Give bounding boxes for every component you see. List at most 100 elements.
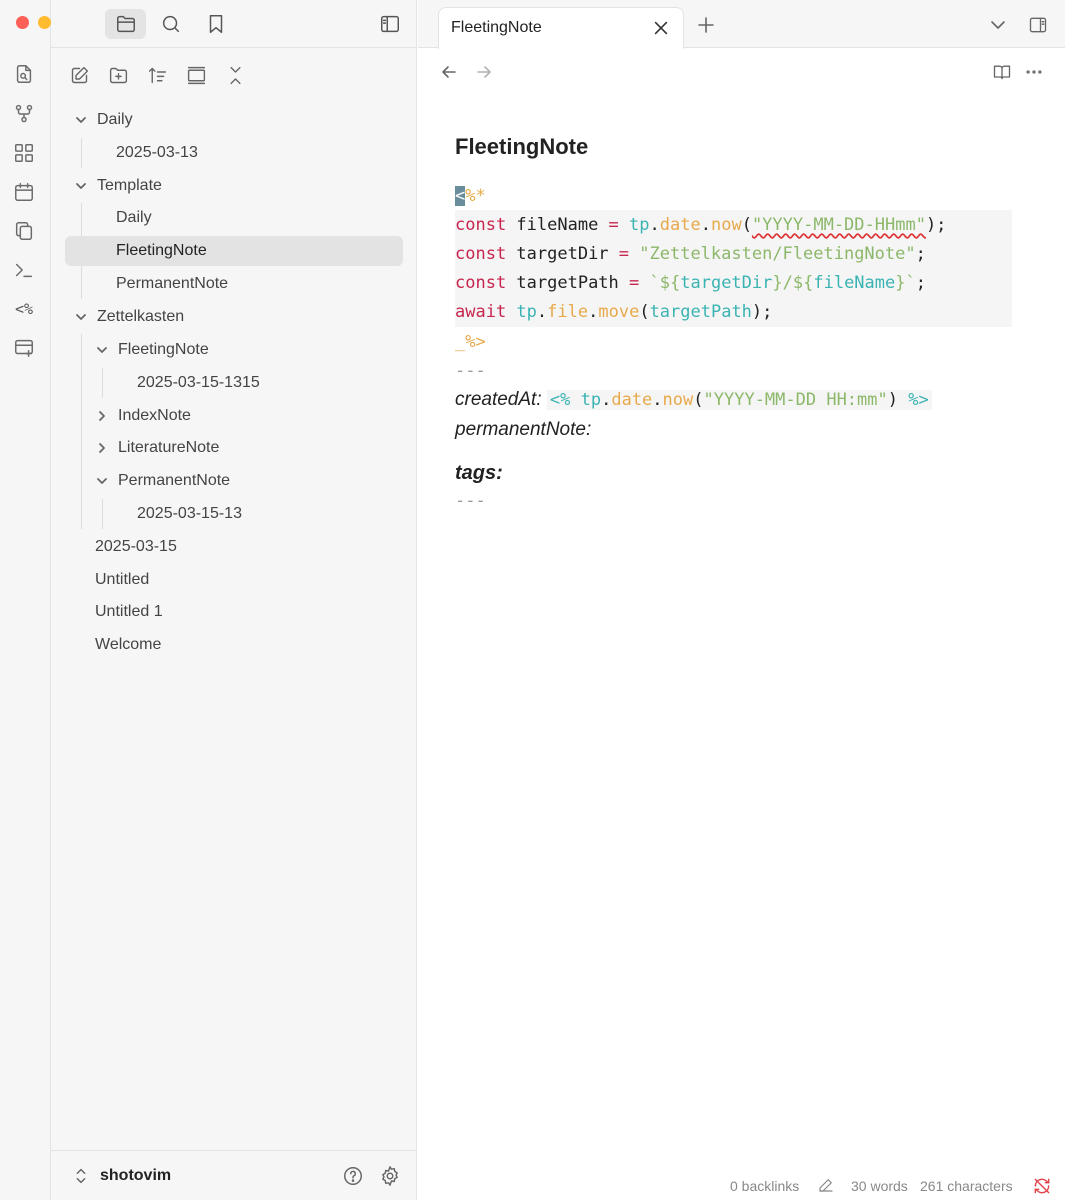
templates-icon[interactable] [12, 219, 36, 243]
sort-button[interactable] [142, 60, 172, 90]
help-button[interactable] [341, 1164, 365, 1188]
tree-label: Zettelkasten [97, 308, 185, 325]
graph-view-icon[interactable] [12, 102, 36, 126]
close-icon [654, 21, 668, 35]
chevron-right-icon [99, 443, 105, 453]
canvas-icon[interactable] [12, 141, 36, 165]
chevron-down-icon [991, 21, 1005, 29]
property-permanentnote: permanentNote: [455, 419, 592, 440]
left-ribbon: <% [0, 0, 73, 1200]
vault-switcher-button[interactable] [69, 1164, 93, 1188]
collapse-all-icon [229, 66, 241, 84]
file-explorer-actions [51, 60, 417, 90]
character-count: 261 characters [920, 1178, 1013, 1194]
minimize-window-button[interactable] [38, 16, 51, 29]
close-tab-button[interactable] [651, 18, 671, 38]
sidebar-tab-bar [51, 0, 417, 48]
note-title[interactable]: FleetingNote [455, 134, 588, 160]
help-icon [344, 1167, 362, 1185]
tree-label: FleetingNote [116, 242, 207, 259]
tab-title: FleetingNote [451, 19, 542, 36]
settings-button[interactable] [378, 1164, 402, 1188]
tab-files[interactable] [105, 9, 146, 39]
tree-folder-permanentnote[interactable]: PermanentNote [65, 466, 403, 496]
edit-mode-icon[interactable] [817, 1176, 835, 1197]
tree-folder-indexnote[interactable]: IndexNote [65, 401, 403, 431]
tab-list-button[interactable] [985, 12, 1011, 38]
close-window-button[interactable] [16, 16, 29, 29]
toggle-right-sidebar-button[interactable] [1025, 12, 1051, 38]
forward-button[interactable] [471, 59, 497, 85]
tree-label: 2025-03-15-1315 [137, 374, 260, 391]
chevron-down-icon [76, 117, 86, 123]
new-folder-button[interactable] [103, 60, 133, 90]
templater-icon[interactable]: <% [12, 297, 36, 321]
folder-icon [116, 15, 135, 33]
tree-file-2025-03-13[interactable]: 2025-03-13 [65, 138, 403, 168]
tab-search[interactable] [150, 9, 191, 39]
tree-label: Template [97, 177, 162, 194]
new-note-button[interactable] [64, 60, 94, 90]
calendar-icon[interactable] [12, 180, 36, 204]
tree-label: PermanentNote [118, 472, 231, 489]
new-tab-button[interactable] [693, 12, 719, 38]
templater-inline-code: <% tp.date.now("YYYY-MM-DD HH:mm") %> [546, 390, 932, 410]
collapse-all-button[interactable] [220, 60, 250, 90]
search-icon [162, 15, 179, 33]
tree-label: Daily [97, 111, 133, 128]
sort-icon [148, 67, 166, 83]
terminal-icon[interactable] [12, 258, 36, 282]
chevron-up-down-icon [76, 1168, 86, 1184]
tree-file-2025-03-15[interactable]: 2025-03-15 [65, 532, 403, 562]
code-line-2: const targetDir = "Zettelkasten/Fleeting… [455, 244, 926, 264]
editor-pane: FleetingNote FleetingNote <%* const file… [418, 0, 1065, 1200]
sync-error-icon[interactable] [1032, 1176, 1052, 1199]
bookmark-icon [209, 15, 222, 33]
auto-reveal-button[interactable] [181, 60, 211, 90]
tree-file-2025-03-15-1315[interactable]: 2025-03-15-1315 [65, 368, 403, 398]
chevron-down-icon [97, 347, 107, 353]
more-horizontal-icon [1026, 70, 1042, 74]
tree-label: 2025-03-13 [116, 144, 198, 161]
tab-fleetingnote[interactable]: FleetingNote [438, 7, 684, 49]
code-line-4: await tp.file.move(targetPath); [455, 302, 773, 322]
code-line-3: const targetPath = `${targetDir}/${fileN… [455, 273, 926, 293]
reading-view-button[interactable] [989, 59, 1015, 85]
tree-file-2025-03-15-13[interactable]: 2025-03-15-13 [65, 499, 403, 529]
tree-label: Welcome [95, 636, 162, 653]
tree-folder-daily[interactable]: Daily [65, 105, 403, 135]
tree-folder-fleetingnote[interactable]: FleetingNote [65, 335, 403, 365]
collapse-sidebar-button[interactable] [369, 9, 410, 39]
tree-file-template-fleetingnote[interactable]: FleetingNote [65, 236, 403, 266]
tree-label: Daily [116, 209, 152, 226]
frontmatter-open: --- [455, 361, 486, 381]
tree-file-welcome[interactable]: Welcome [65, 630, 403, 660]
chevron-right-icon [99, 411, 105, 421]
tree-label: 2025-03-15-13 [137, 505, 242, 522]
tree-folder-literaturenote[interactable]: LiteratureNote [65, 433, 403, 463]
tab-bookmarks[interactable] [195, 9, 236, 39]
vault-name[interactable]: shotovim [100, 1167, 171, 1185]
tree-file-template-permanentnote[interactable]: PermanentNote [65, 269, 403, 299]
tree-label: Untitled [95, 571, 150, 588]
new-table-icon[interactable] [12, 336, 36, 360]
plus-icon [698, 17, 714, 33]
tree-folder-template[interactable]: Template [65, 171, 403, 201]
backlinks-count[interactable]: 0 backlinks [730, 1178, 799, 1194]
sidebar-right-icon [1029, 17, 1047, 33]
open-quick-switcher-icon[interactable] [12, 62, 36, 86]
more-options-button[interactable] [1021, 59, 1047, 85]
status-bar: 0 backlinks 30 words 261 characters [418, 1172, 1065, 1200]
chevron-down-icon [76, 314, 86, 320]
tree-label: LiteratureNote [118, 439, 220, 456]
tree-file-untitled-1[interactable]: Untitled 1 [65, 597, 403, 627]
tree-file-untitled[interactable]: Untitled [65, 565, 403, 595]
reveal-icon [187, 66, 205, 84]
tree-folder-zettelkasten[interactable]: Zettelkasten [65, 302, 403, 332]
property-createdat: createdAt: <% tp.date.now("YYYY-MM-DD HH… [455, 389, 932, 411]
sidebar-toggle-icon [380, 15, 399, 33]
back-button[interactable] [436, 59, 462, 85]
tree-label: Untitled 1 [95, 603, 163, 620]
frontmatter-close: --- [455, 491, 486, 511]
tree-file-template-daily[interactable]: Daily [65, 203, 403, 233]
